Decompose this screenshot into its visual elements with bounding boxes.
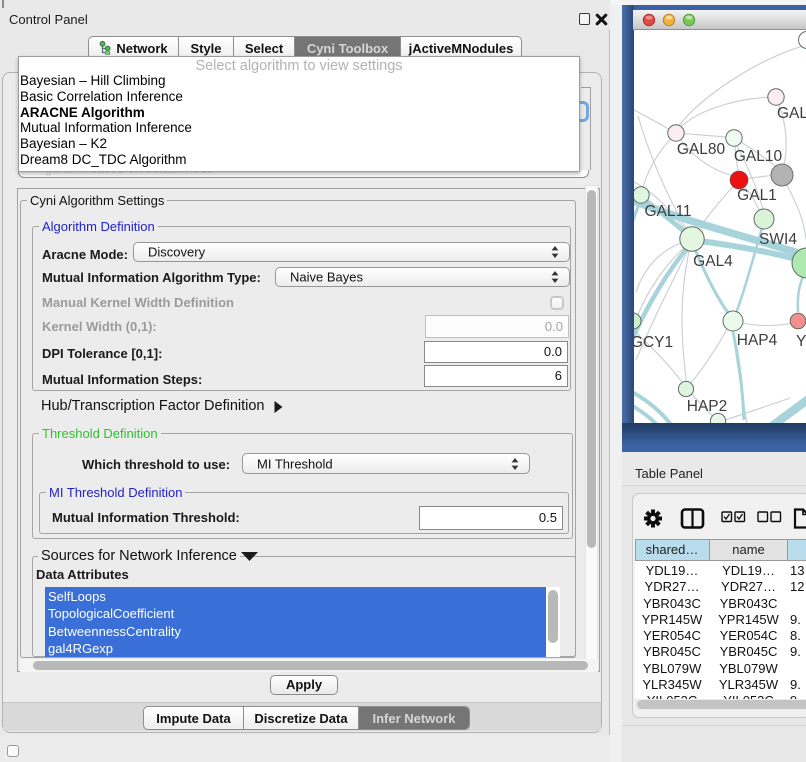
- svg-text:GAL10: GAL10: [734, 148, 783, 165]
- svg-text:YM: YM: [796, 333, 806, 350]
- svg-text:HAP4: HAP4: [737, 332, 778, 349]
- svg-text:GAL1: GAL1: [737, 187, 777, 204]
- svg-text:GAL4: GAL4: [693, 253, 733, 270]
- svg-text:GCY1: GCY1: [634, 334, 673, 351]
- svg-text:GAL80: GAL80: [677, 141, 726, 158]
- svg-text:GAL7: GAL7: [777, 105, 806, 122]
- svg-text:SWI4: SWI4: [759, 231, 797, 248]
- svg-text:HAP2: HAP2: [687, 398, 728, 415]
- svg-text:GAL11: GAL11: [644, 203, 691, 220]
